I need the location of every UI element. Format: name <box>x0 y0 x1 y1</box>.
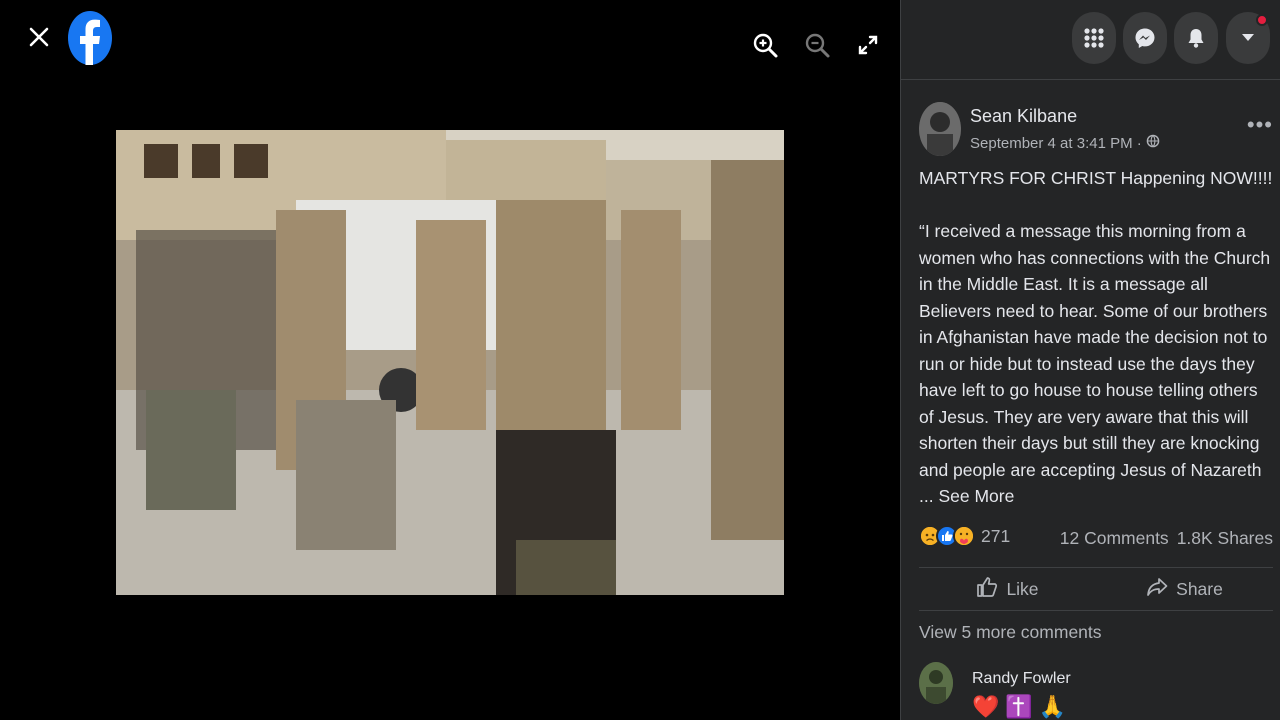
shares-count[interactable]: 1.8K Shares <box>1177 528 1273 549</box>
menu-grid-icon[interactable] <box>1072 12 1116 64</box>
see-more-link[interactable]: See More <box>938 486 1014 506</box>
commenter-avatar[interactable] <box>919 662 953 704</box>
zoom-in-icon[interactable] <box>750 30 780 60</box>
notification-dot <box>1256 14 1268 26</box>
like-button[interactable]: Like <box>919 568 1096 610</box>
post-meta: September 4 at 3:41 PM · <box>970 134 1160 152</box>
comments-count[interactable]: 12 Comments <box>1060 528 1169 549</box>
post-headline: MARTYRS FOR CHRIST Happening NOW!!!! <box>919 168 1273 188</box>
post-timestamp[interactable]: September 4 at 3:41 PM · <box>970 135 1142 152</box>
comment-body: ❤️✝️🙏 <box>972 694 1073 719</box>
zoom-out-icon[interactable] <box>802 30 832 60</box>
close-icon[interactable] <box>24 22 54 52</box>
facebook-logo-icon[interactable] <box>68 11 112 66</box>
bell-icon[interactable] <box>1174 12 1218 64</box>
post-actions: Like Share <box>919 567 1273 611</box>
messenger-icon[interactable] <box>1123 12 1167 64</box>
top-bar <box>901 0 1280 80</box>
author-name[interactable]: Sean Kilbane <box>970 106 1077 127</box>
post-header: Sean Kilbane September 4 at 3:41 PM · ••… <box>919 102 1272 156</box>
view-more-comments-link[interactable]: View 5 more comments <box>919 622 1102 643</box>
fullscreen-icon[interactable] <box>853 30 883 60</box>
share-label: Share <box>1176 578 1223 599</box>
post-stats: 271 12 Comments 1.8K Shares <box>919 525 1273 555</box>
stats-right: 12 Comments 1.8K Shares <box>1060 528 1273 549</box>
reaction-count: 271 <box>981 525 1011 546</box>
like-label: Like <box>1006 578 1039 599</box>
post-body: “I received a message this morning from … <box>919 221 1271 506</box>
author-avatar[interactable] <box>919 102 961 156</box>
reaction-summary[interactable]: 271 <box>919 525 1010 547</box>
account-caret-icon[interactable] <box>1226 12 1270 64</box>
commenter-name[interactable]: Randy Fowler <box>972 670 1071 688</box>
post-photo[interactable] <box>116 130 784 595</box>
globe-icon <box>1146 134 1160 152</box>
share-arrow-icon <box>1146 576 1168 603</box>
care-reaction-icon <box>953 525 975 547</box>
photo-viewer <box>0 0 900 720</box>
comment-item: Randy Fowler ❤️✝️🙏 <box>919 660 1273 720</box>
share-button[interactable]: Share <box>1096 568 1273 610</box>
post-text: MARTYRS FOR CHRIST Happening NOW!!!! “I … <box>919 165 1275 510</box>
more-options-icon[interactable]: ••• <box>1247 112 1273 138</box>
thumbs-up-icon <box>976 576 998 603</box>
post-sidebar: Sean Kilbane September 4 at 3:41 PM · ••… <box>900 0 1280 720</box>
